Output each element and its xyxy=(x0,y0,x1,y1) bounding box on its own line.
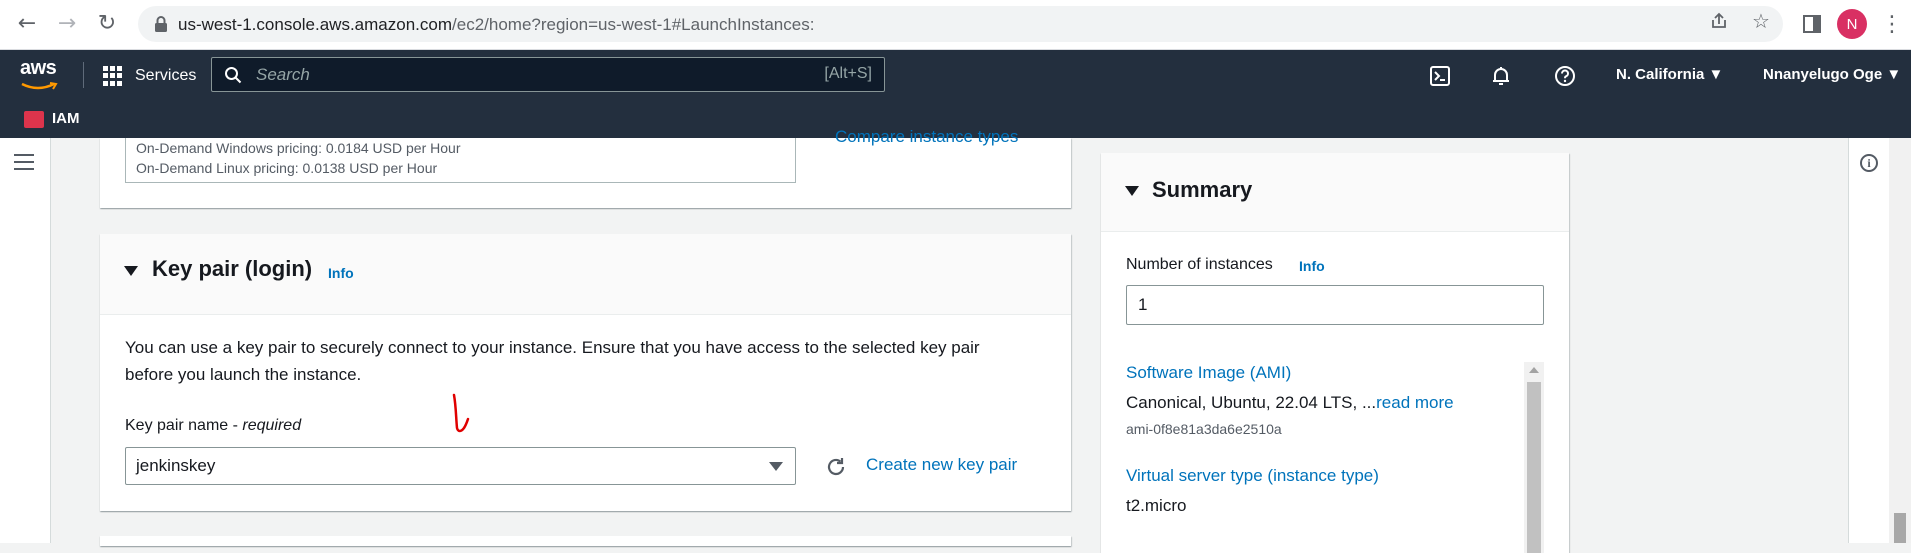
services-label: Services xyxy=(135,67,197,84)
caret-down-icon: ▼ xyxy=(1708,66,1724,83)
key-pair-selected-value: jenkinskey xyxy=(136,456,216,475)
instances-info-link[interactable]: Info xyxy=(1299,258,1325,274)
create-new-key-pair-link[interactable]: Create new key pair xyxy=(866,455,1017,475)
lock-icon[interactable] xyxy=(152,15,170,33)
search-input[interactable]: Search [Alt+S] xyxy=(211,57,885,92)
summary-scrollbar-thumb[interactable] xyxy=(1527,382,1541,553)
tools-rail: i xyxy=(1848,138,1889,543)
search-shortcut: [Alt+S] xyxy=(824,65,872,82)
search-icon xyxy=(225,67,242,84)
page-scrollbar-thumb[interactable] xyxy=(1894,513,1906,543)
url-text: us-west-1.console.aws.amazon.com/ec2/hom… xyxy=(178,15,815,34)
collapse-caret-icon[interactable] xyxy=(124,266,138,276)
profile-avatar[interactable]: N xyxy=(1837,9,1867,39)
key-pair-info-link[interactable]: Info xyxy=(328,265,354,281)
software-image-link[interactable]: Software Image (AMI) xyxy=(1126,363,1291,383)
next-section-panel xyxy=(100,536,1071,546)
search-placeholder: Search xyxy=(256,65,310,84)
dropdown-caret-icon xyxy=(769,462,783,471)
windows-pricing-text: On-Demand Windows pricing: 0.0184 USD pe… xyxy=(136,140,461,156)
services-menu-button[interactable]: Services xyxy=(103,64,196,88)
key-pair-title: Key pair (login) xyxy=(152,256,313,281)
help-icon[interactable] xyxy=(1552,63,1578,89)
grid-icon xyxy=(103,66,123,86)
info-panel-icon[interactable]: i xyxy=(1860,154,1878,172)
browser-toolbar: ← → ↻ us-west-1.console.aws.amazon.com/e… xyxy=(0,0,1911,50)
annotation-mark xyxy=(452,393,470,433)
refresh-icon[interactable] xyxy=(825,456,847,478)
address-bar[interactable]: us-west-1.console.aws.amazon.com/ec2/hom… xyxy=(138,6,1783,42)
linux-pricing-text: On-Demand Linux pricing: 0.0138 USD per … xyxy=(136,160,438,176)
instance-pricing-box: On-Demand Windows pricing: 0.0184 USD pe… xyxy=(125,138,796,183)
number-of-instances-input[interactable]: 1 xyxy=(1126,285,1544,325)
notifications-bell-icon[interactable] xyxy=(1488,63,1514,89)
iam-service-icon[interactable] xyxy=(24,111,44,128)
aws-smile-icon xyxy=(21,82,58,90)
aws-top-navigation: aws Services Search [Alt+S] N. Californi… xyxy=(0,50,1911,100)
compare-instance-types-link[interactable]: Compare instance types xyxy=(835,127,1018,147)
side-navigation-rail xyxy=(0,138,51,543)
instance-type-value: t2.micro xyxy=(1126,496,1187,515)
region-selector[interactable]: N. California ▼ xyxy=(1616,66,1723,83)
nav-divider xyxy=(83,62,84,88)
collapse-caret-icon[interactable] xyxy=(1125,186,1139,196)
key-pair-panel: Key pair (login) Info You can use a key … xyxy=(100,234,1071,511)
aws-logo[interactable]: aws xyxy=(20,58,62,90)
hamburger-menu-icon[interactable] xyxy=(14,154,34,170)
ami-description: Canonical, Ubuntu, 22.04 LTS, ...read mo… xyxy=(1126,393,1454,412)
reload-icon[interactable]: ↻ xyxy=(92,8,122,38)
favorite-iam[interactable]: IAM xyxy=(52,110,80,127)
scroll-up-arrow-icon[interactable] xyxy=(1529,367,1539,373)
key-pair-name-label: Key pair name - required xyxy=(125,417,302,434)
ami-id: ami-0f8e81a3da6e2510a xyxy=(1126,421,1282,437)
summary-panel: Summary Number of instances Info 1 Softw… xyxy=(1101,153,1569,553)
key-pair-select[interactable]: jenkinskey xyxy=(125,447,796,485)
ami-read-more-link[interactable]: read more xyxy=(1376,393,1453,412)
share-icon[interactable] xyxy=(1704,6,1734,36)
summary-title: Summary xyxy=(1152,177,1253,202)
account-menu[interactable]: Nnanyelugo Oge ▼ xyxy=(1763,66,1901,83)
caret-down-icon: ▼ xyxy=(1886,66,1902,83)
virtual-server-type-link[interactable]: Virtual server type (instance type) xyxy=(1126,466,1379,486)
page-scrollbar[interactable] xyxy=(1889,138,1911,543)
key-pair-description: You can use a key pair to securely conne… xyxy=(125,338,980,384)
cloudshell-icon[interactable] xyxy=(1427,63,1453,89)
key-pair-header[interactable]: Key pair (login) Info xyxy=(100,234,1071,315)
summary-header[interactable]: Summary xyxy=(1101,153,1569,232)
summary-scrollbar[interactable] xyxy=(1524,362,1544,553)
bookmark-star-icon[interactable]: ☆ xyxy=(1746,6,1776,36)
instance-type-panel: On-Demand Windows pricing: 0.0184 USD pe… xyxy=(100,127,1071,208)
side-panel-icon[interactable] xyxy=(1797,9,1827,39)
forward-icon[interactable]: → xyxy=(52,8,82,38)
back-icon[interactable]: ← xyxy=(12,8,42,38)
browser-menu-icon[interactable]: ⋮ xyxy=(1881,9,1903,39)
number-of-instances-label: Number of instances xyxy=(1126,256,1273,273)
